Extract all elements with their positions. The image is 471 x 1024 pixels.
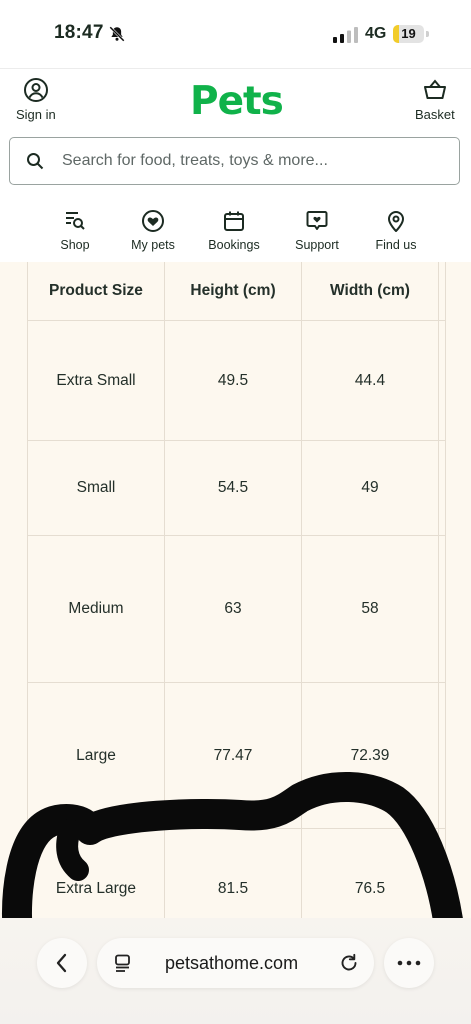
- user-circle-icon: [23, 78, 48, 102]
- table-cell: 63: [164, 535, 302, 683]
- back-button[interactable]: [37, 938, 87, 988]
- network-type: 4G: [365, 25, 387, 42]
- pets-logo[interactable]: Pets: [190, 79, 284, 124]
- nav-bookings[interactable]: Bookings: [189, 209, 279, 252]
- reload-icon[interactable]: [338, 952, 360, 974]
- basket-button[interactable]: Basket: [415, 77, 455, 122]
- site-header: Sign in Pets Basket Shop: [0, 68, 471, 263]
- bell-off-icon: [109, 26, 125, 42]
- table-cell: 49: [301, 440, 439, 536]
- nav-bookings-label: Bookings: [208, 238, 260, 252]
- column-header: Width (cm): [301, 262, 439, 321]
- nav-shop-label: Shop: [60, 238, 90, 252]
- nav-support-label: Support: [295, 238, 339, 252]
- table-cell: Small: [27, 440, 165, 536]
- sign-in-label: Sign in: [16, 107, 56, 122]
- table-cell: 58: [301, 535, 439, 683]
- heart-badge-icon: [142, 210, 164, 232]
- table-cell: 54.5: [164, 440, 302, 536]
- table-cell: Medium: [27, 535, 165, 683]
- nav-my-pets[interactable]: My pets: [108, 209, 198, 252]
- calendar-icon: [224, 211, 244, 231]
- basket-label: Basket: [415, 107, 455, 122]
- basket-icon: [423, 79, 446, 99]
- table-row: Small 54.5 49: [27, 440, 446, 536]
- table-cell: 44.4: [301, 320, 439, 441]
- table-header-row: Product Size Height (cm) Width (cm): [27, 262, 446, 321]
- status-bar: 18:47 4G 19: [0, 0, 471, 68]
- browser-bottom-bar: petsathome.com: [0, 918, 471, 1024]
- search-input[interactable]: [60, 151, 444, 171]
- sign-in-button[interactable]: Sign in: [16, 77, 56, 122]
- search-icon: [27, 153, 44, 170]
- shop-search-icon: [66, 212, 85, 230]
- table-cell: Extra Small: [27, 320, 165, 441]
- location-pin-icon: [388, 211, 404, 232]
- quick-nav: Shop My pets Bookings Support Find us: [0, 209, 471, 259]
- nav-find-us[interactable]: Find us: [351, 209, 441, 252]
- battery-level: 19: [401, 26, 416, 41]
- status-time: 18:47: [54, 22, 104, 43]
- address-bar[interactable]: petsathome.com: [97, 938, 374, 988]
- search-bar[interactable]: [9, 137, 460, 185]
- more-options-button[interactable]: [384, 938, 434, 988]
- nav-support[interactable]: Support: [272, 209, 362, 252]
- page-menu-icon[interactable]: [113, 953, 133, 973]
- battery-icon: 19: [393, 25, 429, 43]
- nav-my-pets-label: My pets: [131, 238, 175, 252]
- table-row: Medium 63 58: [27, 535, 446, 683]
- more-dots-icon: [397, 960, 421, 966]
- signal-icon: [333, 27, 358, 43]
- url-text: petsathome.com: [165, 953, 299, 973]
- nav-shop[interactable]: Shop: [30, 209, 120, 252]
- column-header: Product Size: [27, 262, 165, 321]
- chat-heart-icon: [306, 211, 328, 230]
- nav-find-us-label: Find us: [375, 238, 417, 252]
- table-cell: 49.5: [164, 320, 302, 441]
- chevron-left-icon: [56, 953, 67, 973]
- table-row: Extra Small 49.5 44.4: [27, 320, 446, 441]
- column-header: Height (cm): [164, 262, 302, 321]
